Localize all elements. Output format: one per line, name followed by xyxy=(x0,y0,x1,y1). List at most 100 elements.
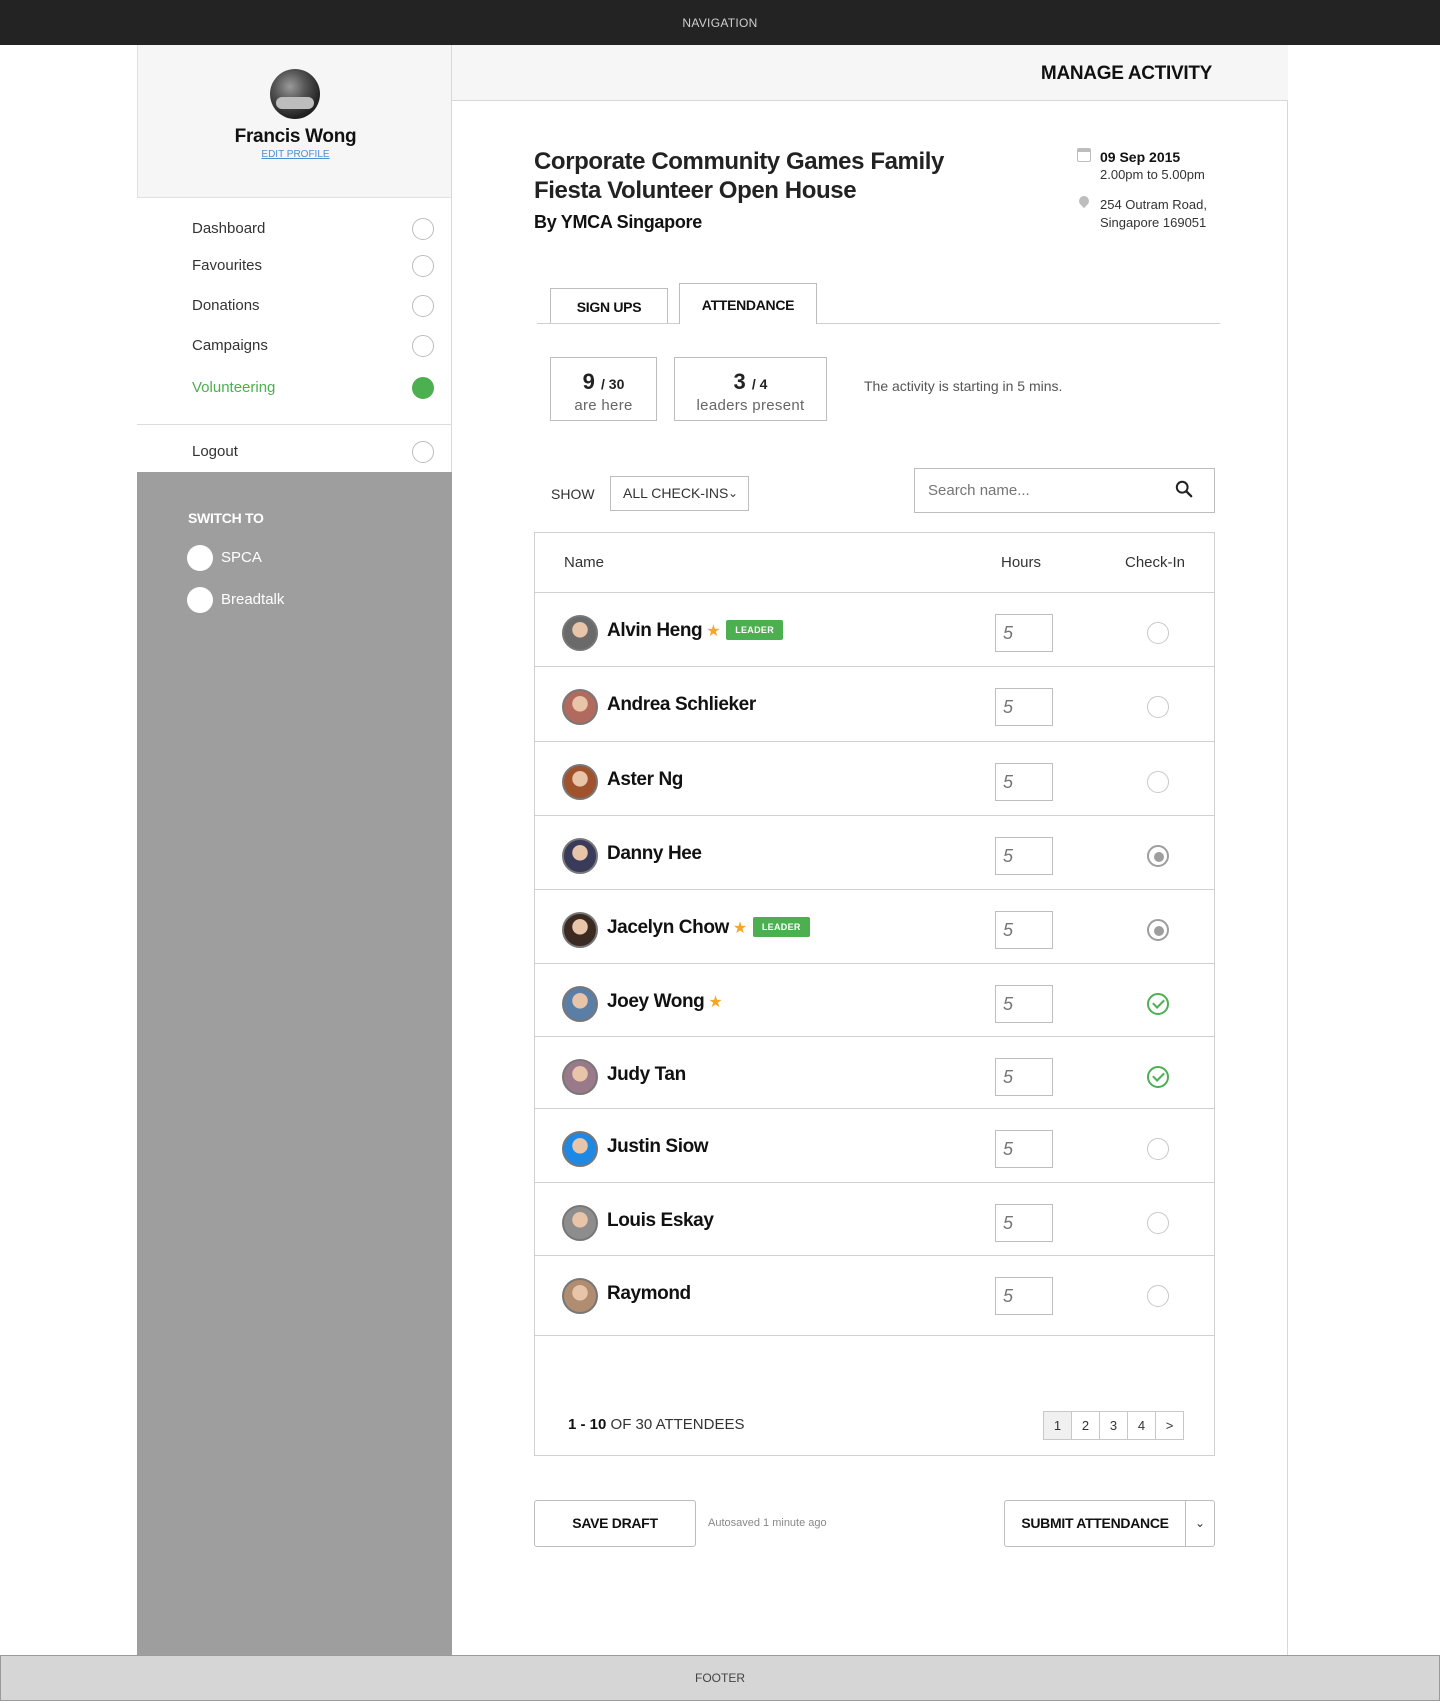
sidebar-item-donations[interactable]: Donations xyxy=(137,288,452,324)
attendee-name-cell: Danny Hee xyxy=(607,843,702,865)
chevron-down-icon: ⌄ xyxy=(727,486,738,500)
attendee-name-cell: Joey Wong ★ xyxy=(607,991,723,1013)
sidebar-item-label: Favourites xyxy=(192,257,263,274)
page-3-button[interactable]: 3 xyxy=(1099,1411,1128,1440)
sidebar-item-label: Dashboard xyxy=(192,220,266,237)
active-dot-icon xyxy=(412,377,434,399)
checkin-checked-icon[interactable] xyxy=(1147,993,1169,1015)
table-row: Joey Wong ★ xyxy=(535,964,1214,1037)
leader-badge: LEADER xyxy=(752,917,810,937)
hours-input[interactable] xyxy=(995,837,1053,875)
avatar xyxy=(562,1205,598,1241)
tab-sign-ups[interactable]: SIGN UPS xyxy=(550,288,668,323)
checkin-radio[interactable] xyxy=(1147,845,1169,867)
profile-card: Francis Wong EDIT PROFILE xyxy=(137,45,452,198)
attendee-name: Danny Hee xyxy=(607,843,702,864)
attendee-name-cell: Alvin Heng ★ LEADER xyxy=(607,620,783,642)
save-draft-button[interactable]: SAVE DRAFT xyxy=(534,1500,696,1547)
menu-divider xyxy=(137,424,452,425)
avatar xyxy=(562,1278,598,1314)
page-2-button[interactable]: 2 xyxy=(1071,1411,1100,1440)
activity-start-status: The activity is starting in 5 mins. xyxy=(864,378,1063,394)
attendee-name: Aster Ng xyxy=(607,769,683,790)
sidebar-item-logout[interactable]: Logout xyxy=(137,434,452,470)
checkin-radio[interactable] xyxy=(1147,1285,1169,1307)
calendar-icon xyxy=(1077,148,1091,162)
avatar xyxy=(562,838,598,874)
hours-input[interactable] xyxy=(995,688,1053,726)
switch-account-label: Breadtalk xyxy=(221,591,285,608)
table-row: Aster Ng xyxy=(535,742,1214,816)
checkin-radio[interactable] xyxy=(1147,919,1169,941)
checkin-radio[interactable] xyxy=(1147,622,1169,644)
table-row: Danny Hee xyxy=(535,816,1214,890)
leader-badge: LEADER xyxy=(726,620,783,640)
checkin-radio[interactable] xyxy=(1147,696,1169,718)
account-avatar xyxy=(187,587,213,613)
search-icon[interactable] xyxy=(1175,480,1193,498)
attendee-name-cell: Judy Tan xyxy=(607,1064,686,1086)
sidebar-item-dashboard[interactable]: Dashboard xyxy=(137,211,452,247)
page-1-button[interactable]: 1 xyxy=(1043,1411,1072,1440)
hours-input[interactable] xyxy=(995,1204,1053,1242)
chevron-down-icon: ⌄ xyxy=(1194,1516,1206,1530)
profile-avatar[interactable] xyxy=(270,69,320,119)
sidebar-item-volunteering[interactable]: Volunteering xyxy=(137,370,452,406)
submit-attendance-button[interactable]: SUBMIT ATTENDANCE xyxy=(1004,1500,1185,1547)
table-row: Judy Tan xyxy=(535,1037,1214,1109)
account-avatar xyxy=(187,545,213,571)
top-navigation: NAVIGATION xyxy=(0,0,1440,45)
hours-input[interactable] xyxy=(995,911,1053,949)
main-panel: MANAGE ACTIVITY Corporate Community Game… xyxy=(452,45,1288,1655)
column-header-checkin: Check-In xyxy=(1125,554,1186,571)
submit-options-dropdown[interactable]: ⌄ xyxy=(1185,1500,1215,1547)
activity-address-line2: Singapore 169051 xyxy=(1100,215,1207,230)
status-ring-icon xyxy=(412,335,434,357)
sidebar-item-campaigns[interactable]: Campaigns xyxy=(137,328,452,364)
attendee-name: Alvin Heng xyxy=(607,620,703,641)
edit-profile-link[interactable]: EDIT PROFILE xyxy=(138,149,453,160)
profile-name: Francis Wong xyxy=(234,126,357,147)
avatar xyxy=(562,764,598,800)
avatar xyxy=(562,986,598,1022)
sidebar-item-favourites[interactable]: Favourites xyxy=(137,248,452,284)
checkin-radio[interactable] xyxy=(1147,1212,1169,1234)
hours-input[interactable] xyxy=(995,763,1053,801)
activity-date: 09 Sep 2015 xyxy=(1100,149,1181,165)
sidebar-menu: Dashboard Favourites Donations Campaigns… xyxy=(137,198,452,472)
star-icon: ★ xyxy=(706,623,721,640)
checkin-filter-select[interactable]: ALL CHECK-INS ⌄ xyxy=(610,476,749,511)
attendee-name-cell: Raymond xyxy=(607,1283,691,1305)
attendee-name: Justin Siow xyxy=(607,1136,709,1157)
page-4-button[interactable]: 4 xyxy=(1127,1411,1156,1440)
status-ring-icon xyxy=(412,295,434,317)
stat-value: 9 / 30 xyxy=(582,369,625,394)
hours-input[interactable] xyxy=(995,614,1053,652)
stat-label: leaders present xyxy=(696,397,805,414)
avatar xyxy=(562,1059,598,1095)
checkin-radio[interactable] xyxy=(1147,1138,1169,1160)
stat-value: 3 / 4 xyxy=(733,369,768,394)
avatar xyxy=(562,689,598,725)
attendee-name-cell: Aster Ng xyxy=(607,769,683,791)
attendee-count: 1 - 10 OF 30 ATTENDEES xyxy=(568,1416,745,1433)
hours-input[interactable] xyxy=(995,1277,1053,1315)
search-name-input[interactable] xyxy=(914,468,1215,513)
activity-time: 2.00pm to 5.00pm xyxy=(1100,167,1205,182)
hours-input[interactable] xyxy=(995,1058,1053,1096)
leaders-present-stat: 3 / 4 leaders present xyxy=(674,357,827,421)
footer: FOOTER xyxy=(0,1655,1440,1701)
checkin-checked-icon[interactable] xyxy=(1147,1066,1169,1088)
pagination: 1 2 3 4 > xyxy=(1043,1411,1184,1440)
attendee-name: Judy Tan xyxy=(607,1064,686,1085)
activity-title: Corporate Community Games Family Fiesta … xyxy=(534,148,944,204)
activity-organizer: By YMCA Singapore xyxy=(534,212,702,232)
hours-input[interactable] xyxy=(995,1130,1053,1168)
hours-input[interactable] xyxy=(995,985,1053,1023)
checkin-radio[interactable] xyxy=(1147,771,1169,793)
attendee-name: Joey Wong xyxy=(607,991,705,1012)
checkin-filter-value: ALL CHECK-INS xyxy=(623,485,729,501)
next-page-button[interactable]: > xyxy=(1155,1411,1184,1440)
attendee-name: Raymond xyxy=(607,1283,691,1304)
tab-attendance[interactable]: ATTENDANCE xyxy=(679,283,817,324)
